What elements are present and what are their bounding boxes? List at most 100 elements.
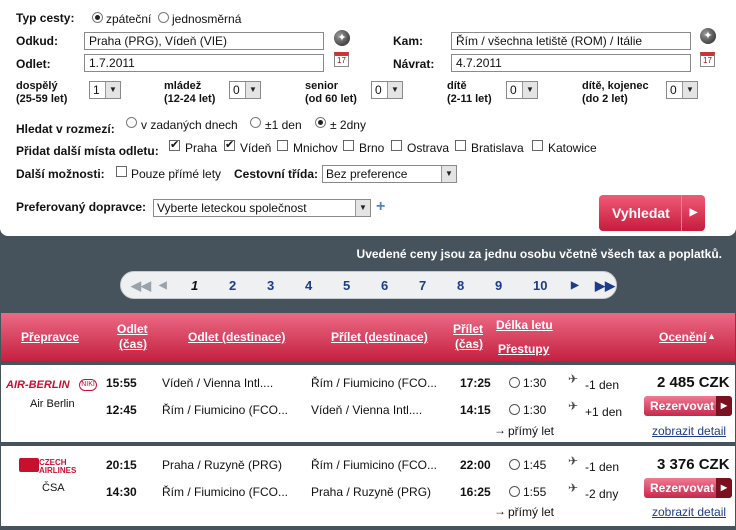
pax-infant-value: 0 <box>670 83 677 97</box>
pax-infant-select[interactable]: 0 ▼ <box>666 81 698 99</box>
prev-page-icon[interactable]: ◀ <box>159 280 167 291</box>
direct-only-label: Pouze přímé lety <box>131 167 222 181</box>
page-6[interactable]: 6 <box>381 278 388 293</box>
dep-time: 14:30 <box>106 485 137 499</box>
from-label: Odkud: <box>16 34 58 48</box>
globe-icon[interactable]: ✦ <box>700 28 716 44</box>
plane-takeoff-icon: ✈ <box>568 372 579 386</box>
airline-logo: CZECH AIRLINES <box>39 458 77 475</box>
sort-stops[interactable]: Přestupy <box>498 342 549 356</box>
page-5[interactable]: 5 <box>343 278 350 293</box>
sort-dep-dest[interactable]: Odlet (destinace) <box>188 330 285 344</box>
arr-dest: Řím / Fiumicino (FCO... <box>311 376 438 390</box>
depart-date-input[interactable]: 1.7.2011 <box>84 54 324 72</box>
range-label: Hledat v rozmezí: <box>16 122 115 136</box>
page-4[interactable]: 4 <box>305 278 312 293</box>
duration: 1:30 <box>523 403 547 417</box>
range-1-radio[interactable] <box>250 117 261 128</box>
sort-price[interactable]: Ocenění <box>659 330 706 344</box>
sort-arr-dest[interactable]: Přílet (destinace) <box>331 330 428 344</box>
more-dep-label: Přidat další místa odletu: <box>16 144 159 158</box>
sort-dep-time[interactable]: Odlet <box>117 322 148 336</box>
trip-oneway-label: jednosměrná <box>172 12 242 26</box>
calendar-icon[interactable]: 17 <box>334 52 349 67</box>
page-8[interactable]: 8 <box>457 278 464 293</box>
page-3[interactable]: 3 <box>267 278 274 293</box>
page-1[interactable]: 1 <box>191 278 198 293</box>
pax-senior-sub: (od 60 let) <box>305 93 357 105</box>
from-input[interactable]: Praha (PRG), Vídeň (VIE) <box>84 32 324 50</box>
reserve-button-label: Rezervovat <box>650 481 715 495</box>
pax-child-select[interactable]: 0 ▼ <box>506 81 538 99</box>
trip-return-radio[interactable] <box>92 12 103 23</box>
return-date-input[interactable]: 4.7.2011 <box>451 54 691 72</box>
direct-only-checkbox[interactable] <box>116 166 127 177</box>
class-select[interactable]: Bez preference ▼ <box>322 165 457 183</box>
trip-oneway-radio[interactable] <box>158 12 169 23</box>
arr-dest: Praha / Ruzyně (PRG) <box>311 485 432 499</box>
pax-child-sub: (2-11 let) <box>447 93 492 105</box>
globe-icon[interactable]: ✦ <box>334 30 350 46</box>
day-shift: +1 den <box>585 405 623 419</box>
plane-landing-icon: ✈ <box>568 481 579 495</box>
other-options-label: Další možnosti: <box>16 167 105 181</box>
reserve-button[interactable]: Rezervovat ▶ <box>644 396 732 416</box>
airline-name: Air Berlin <box>30 398 75 410</box>
chevron-down-icon: ▼ <box>245 82 260 98</box>
first-page-icon[interactable]: ◀◀ <box>131 278 151 294</box>
airline-name: ČSA <box>42 482 65 494</box>
page-2[interactable]: 2 <box>229 278 236 293</box>
pax-adult-select[interactable]: 1 ▼ <box>89 81 121 99</box>
sort-dep-time-sub[interactable]: (čas) <box>119 337 147 351</box>
show-detail-link[interactable]: zobrazit detail <box>652 424 726 438</box>
pax-youth-select[interactable]: 0 ▼ <box>229 81 261 99</box>
next-page-icon[interactable]: ▶ <box>571 280 579 291</box>
day-shift: -1 den <box>585 460 620 474</box>
chevron-right-icon: ▶ <box>716 396 732 416</box>
price-notice: Uvedené ceny jsou za jednu osobu včetně … <box>356 247 722 261</box>
dep-ostrava-checkbox[interactable] <box>391 140 402 151</box>
sort-arr-time[interactable]: Přílet <box>453 322 483 336</box>
carrier-select[interactable]: Vyberte leteckou společnost ▼ <box>153 199 371 217</box>
sort-carrier[interactable]: Přepravce <box>21 330 79 344</box>
clock-icon <box>509 459 520 470</box>
arrow-right-icon: → <box>494 504 506 518</box>
dep-mnichov-label: Mnichov <box>293 141 338 155</box>
last-page-icon[interactable]: ▶▶ <box>595 278 615 294</box>
dep-mnichov-checkbox[interactable] <box>277 140 288 151</box>
search-form: Typ cesty: zpáteční jednosměrná Odkud: P… <box>0 0 736 236</box>
chevron-down-icon: ▼ <box>105 82 120 98</box>
search-button[interactable]: Vyhledat ▶ <box>599 195 705 231</box>
dep-bratislava-checkbox[interactable] <box>455 140 466 151</box>
sort-arr-time-sub[interactable]: (čas) <box>455 337 483 351</box>
sort-duration[interactable]: Délka letu <box>496 318 553 332</box>
dep-viden-checkbox[interactable] <box>224 138 235 151</box>
calendar-icon[interactable]: 17 <box>700 52 715 67</box>
arr-time: 14:15 <box>460 403 491 417</box>
dep-praha-checkbox[interactable] <box>169 138 180 151</box>
pax-youth-sub: (12-24 let) <box>164 93 216 105</box>
show-detail-link[interactable]: zobrazit detail <box>652 505 726 519</box>
dep-brno-label: Brno <box>359 141 385 155</box>
range-exact-radio[interactable] <box>126 117 137 128</box>
to-input[interactable]: Řím / všechna letiště (ROM) / Itálie <box>451 32 691 50</box>
arr-time: 16:25 <box>460 485 491 499</box>
pax-child-label: dítě <box>447 80 467 92</box>
range-2-radio[interactable] <box>315 117 326 128</box>
page-10[interactable]: 10 <box>533 278 547 293</box>
range-2-label: ± 2dny <box>330 118 366 132</box>
sort-asc-icon: ▲ <box>707 331 716 341</box>
dep-dest: Řím / Fiumicino (FCO... <box>162 485 289 499</box>
dep-brno-checkbox[interactable] <box>343 140 354 151</box>
page-9[interactable]: 9 <box>495 278 502 293</box>
dep-katowice-checkbox[interactable] <box>532 140 543 151</box>
dep-ostrava-label: Ostrava <box>407 141 450 155</box>
pax-senior-select[interactable]: 0 ▼ <box>371 81 403 99</box>
page-7[interactable]: 7 <box>419 278 426 293</box>
add-carrier-icon[interactable]: + <box>376 198 385 216</box>
duration: 1:55 <box>523 485 547 499</box>
reserve-button[interactable]: Rezervovat ▶ <box>644 478 732 498</box>
reserve-button-label: Rezervovat <box>650 399 715 413</box>
dep-dest: Řím / Fiumicino (FCO... <box>162 403 289 417</box>
result-card: AIR-BERLIN NIKI Air Berlin 15:55 Vídeň /… <box>1 365 735 442</box>
